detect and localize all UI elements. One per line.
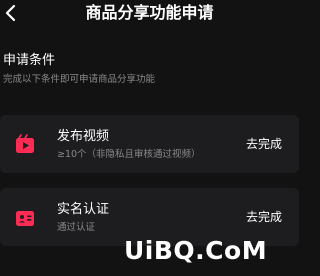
section-title: 申请条件 — [3, 53, 56, 68]
watermark: UiBQ.CoM — [124, 236, 268, 265]
condition-title: 实名认证 — [57, 202, 110, 217]
id-card-icon — [14, 207, 36, 229]
page-title: 商品分享功能申请 — [85, 3, 214, 22]
complete-button[interactable]: 去完成 — [246, 209, 282, 225]
condition-title: 发布视频 — [57, 129, 110, 144]
top-bar: 商品分享功能申请 — [0, 0, 299, 30]
complete-button[interactable]: 去完成 — [246, 136, 282, 152]
condition-detail: 通过认证 — [57, 222, 96, 233]
video-clapper-icon — [14, 134, 36, 156]
condition-card-publish-video: 发布视频 ≥10个（非隐私且审核通过视频） 去完成 — [0, 115, 299, 173]
condition-detail: ≥10个（非隐私且审核通过视频） — [57, 149, 201, 160]
section-subtitle: 完成以下条件即可申请商品分享功能 — [3, 74, 156, 85]
